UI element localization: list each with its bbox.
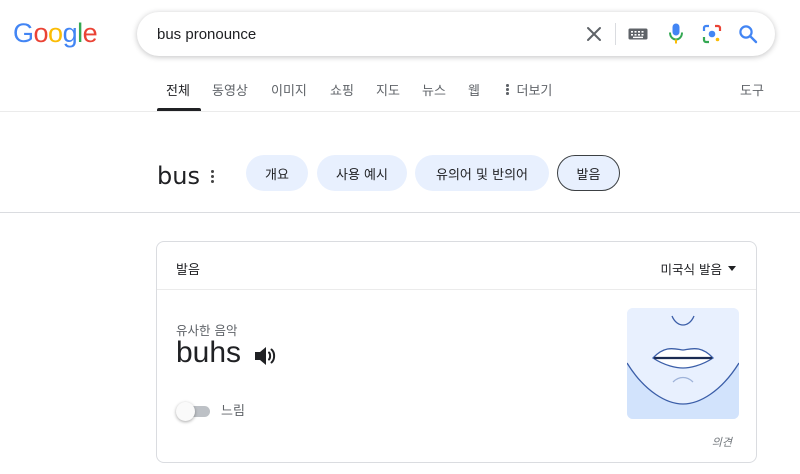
mouth-animation-image [627,308,739,419]
feedback-link[interactable]: 의견 [712,434,732,450]
tab-videos[interactable]: 동영상 [212,80,248,99]
search-tabs: 전체 동영상 이미지 쇼핑 지도 뉴스 웹 더보기 도구 [0,72,800,112]
more-vert-icon [506,84,509,95]
google-logo[interactable]: Google [13,18,98,49]
lens-icon[interactable] [700,22,724,46]
mic-icon[interactable] [664,22,688,46]
active-tab-indicator [157,108,201,111]
card-title: 발음 [176,263,200,278]
tab-more[interactable]: 더보기 [506,80,552,99]
chip-pronunciation[interactable]: 발음 [557,155,620,191]
tools-button[interactable]: 도구 [740,80,764,99]
topic-word: bus [157,162,200,190]
search-bar [137,12,775,56]
keyboard-icon[interactable] [626,22,650,46]
tab-all[interactable]: 전체 [166,80,190,99]
search-icon[interactable] [736,22,760,46]
clear-icon[interactable] [582,22,606,46]
accent-dropdown[interactable]: 미국식 발음 [661,259,736,278]
caret-down-icon [728,266,736,271]
more-vert-icon[interactable] [207,166,217,186]
tab-shopping[interactable]: 쇼핑 [330,80,354,99]
slow-toggle-knob [176,402,195,421]
topic-row: bus 개요 사용 예시 유의어 및 반의어 발음 [0,140,800,213]
chip-synonyms-antonyms[interactable]: 유의어 및 반의어 [415,155,549,191]
tab-maps[interactable]: 지도 [376,80,400,99]
tab-images[interactable]: 이미지 [271,80,307,99]
tab-news[interactable]: 뉴스 [422,80,446,99]
chip-overview[interactable]: 개요 [246,155,308,191]
pronunciation-card: 발음 미국식 발음 유사한 음악 buhs 느림 의견 [156,241,757,463]
search-input[interactable] [157,12,557,56]
tab-web[interactable]: 웹 [468,80,480,99]
chip-usage-examples[interactable]: 사용 예시 [317,155,407,191]
slow-toggle[interactable] [176,401,210,421]
speaker-icon[interactable] [254,345,278,367]
search-divider [615,23,616,45]
tab-more-label: 더보기 [516,84,553,99]
slow-label: 느림 [221,404,245,419]
card-header: 발음 미국식 발음 [157,242,756,290]
accent-label: 미국식 발음 [660,262,722,277]
phonetic-spelling: buhs [176,336,242,369]
